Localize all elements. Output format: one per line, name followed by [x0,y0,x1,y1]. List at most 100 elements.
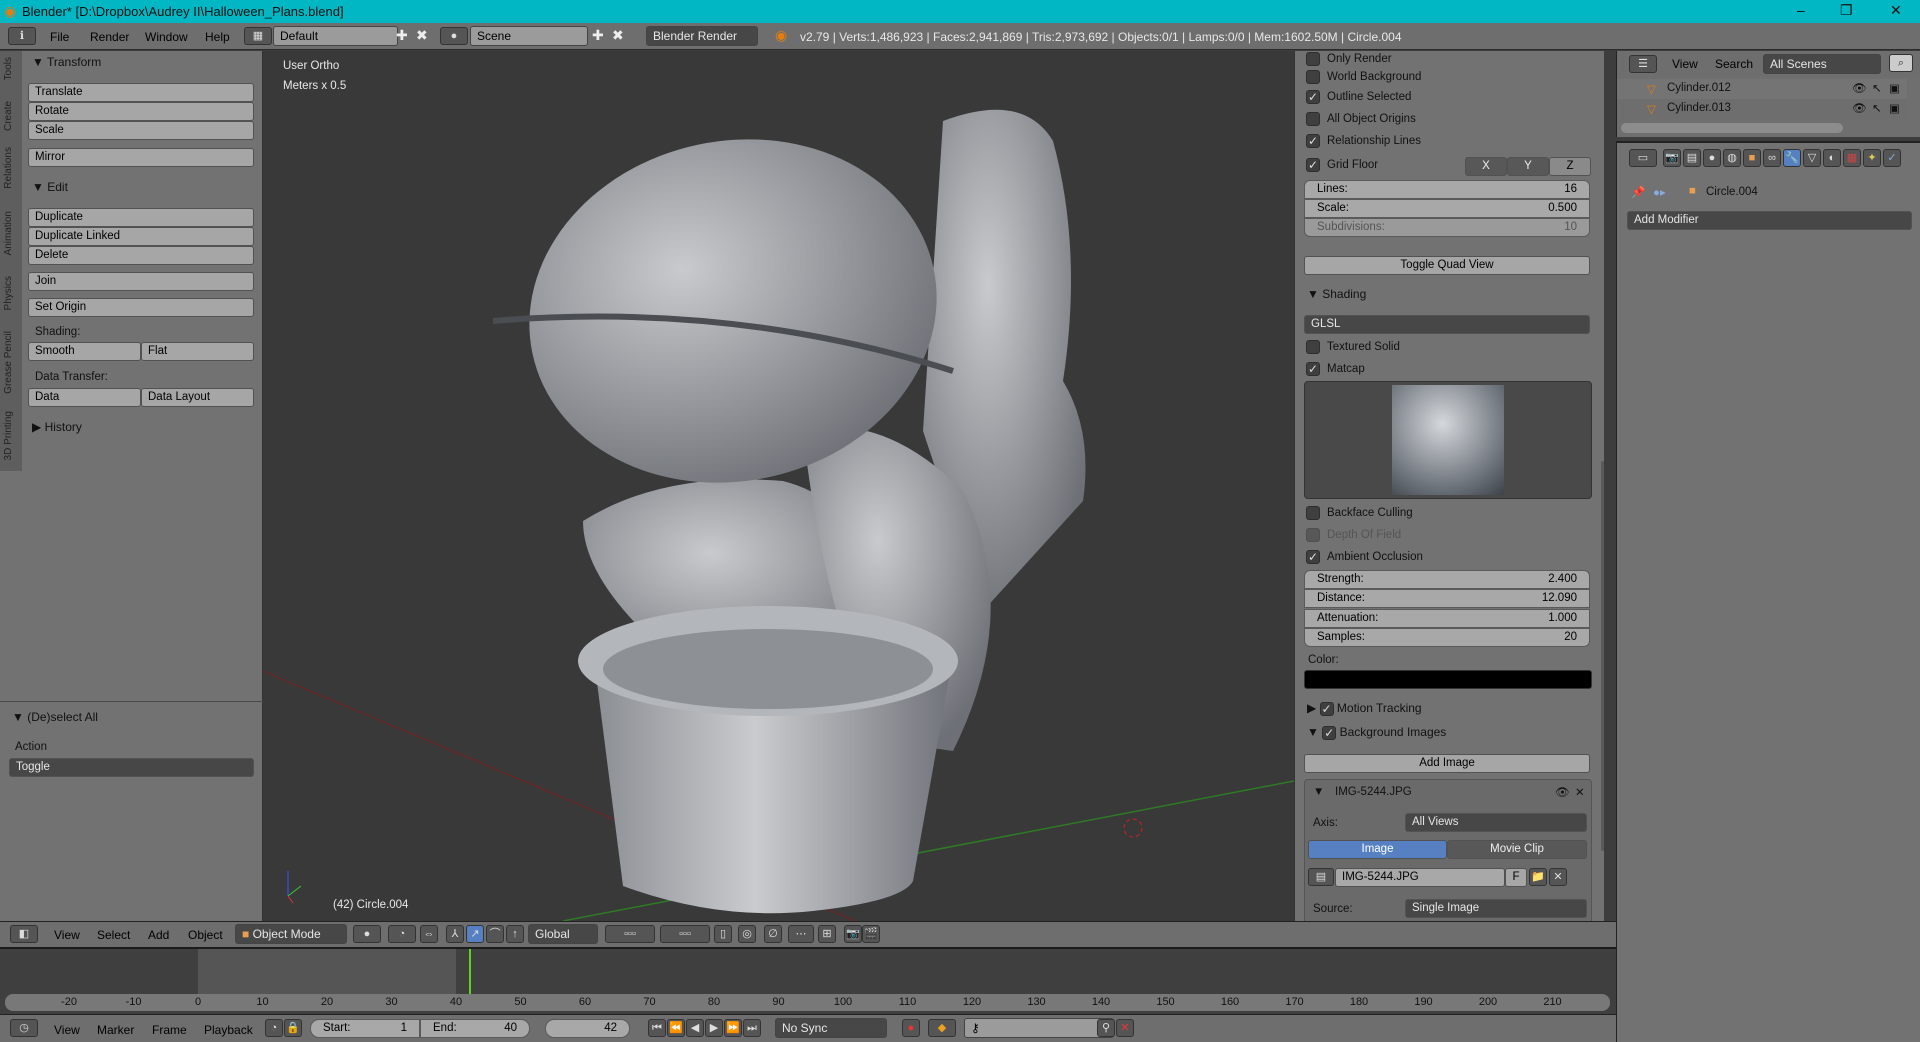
close-button[interactable]: ✕ [1890,2,1902,19]
toggle-quad-view-button[interactable]: Toggle Quad View [1304,256,1590,275]
layers-icon[interactable]: ▫▫▫ [660,925,710,943]
rotate-button[interactable]: Rotate [28,102,254,121]
proportional-edit-icon[interactable]: ◎ [738,925,756,943]
panel-header-edit[interactable]: ▼ Edit [32,180,68,194]
outliner-editor-icon[interactable]: ☰ [1629,55,1657,73]
grid-z-toggle[interactable]: Z [1549,157,1591,176]
snap-icon[interactable]: ∅ [764,925,782,943]
operator-panel-header[interactable]: ▼ (De)select All [12,710,98,724]
material-tab-icon[interactable]: ◐ [1823,149,1841,167]
object-tab-icon[interactable]: ■ [1743,149,1761,167]
render-engine-dropdown[interactable]: Blender Render [646,26,758,46]
opengl-render-animation-icon[interactable]: 🎬 [862,925,880,943]
pivot-point-icon[interactable]: ◔ [388,925,416,943]
outliner-scrollbar[interactable] [1621,123,1843,133]
translate-button[interactable]: Translate [28,83,254,102]
grid-lines-field[interactable]: Lines: 16 [1304,180,1590,199]
scene-tab-icon[interactable]: ● [1703,149,1721,167]
jump-keyframe-back-icon[interactable]: ⏪ [667,1019,685,1037]
grid-x-toggle[interactable]: X [1465,157,1507,176]
add-layout-icon[interactable]: ✚ [396,27,408,44]
mode-dropdown[interactable]: ■ Object Mode [235,924,347,944]
outline-selected-checkbox[interactable]: ✓ [1306,90,1320,104]
tab-create[interactable]: Create [3,101,14,131]
smooth-button[interactable]: Smooth [28,342,141,361]
jump-start-icon[interactable]: ⏮ [648,1019,666,1037]
menu-object[interactable]: Object [188,928,223,942]
manipulator-extra-icon[interactable]: ↑ [506,925,524,943]
keying-set-field[interactable]: ⚷ [964,1018,1114,1038]
world-tab-icon[interactable]: ◍ [1723,149,1741,167]
render-tab-icon[interactable]: 📷 [1663,149,1681,167]
only-render-checkbox[interactable] [1306,52,1320,66]
manipulator-toggle-icon[interactable]: ⇔ [420,925,438,943]
add-scene-icon[interactable]: ✚ [592,27,604,44]
grid-scale-field[interactable]: Scale: 0.500 [1304,199,1590,218]
lock-camera-icon[interactable]: ▯ [714,925,732,943]
manipulator-scale-icon[interactable]: ⌒ [486,925,504,943]
current-frame-field[interactable]: 42 [545,1019,630,1038]
ao-distance-field[interactable]: Distance: 12.090 [1304,589,1590,608]
menu-select[interactable]: Select [97,928,130,942]
background-images-checkbox[interactable]: ✓ [1322,725,1337,740]
delete-scene-icon[interactable]: ✖ [612,27,624,44]
properties-editor-icon[interactable]: ▭ [1629,149,1657,167]
render-icon[interactable]: ▣ [1889,81,1900,95]
panel-header-history[interactable]: ▶ History [32,420,82,434]
flat-button[interactable]: Flat [141,342,254,361]
panel-header-motion-tracking[interactable]: ▶ ✓ Motion Tracking [1307,701,1422,716]
play-reverse-icon[interactable]: ◀ [686,1019,704,1037]
opengl-render-icon[interactable]: 📷 [844,925,862,943]
minimize-button[interactable]: – [1797,2,1805,18]
menu-frame[interactable]: Frame [152,1023,187,1037]
ao-samples-field[interactable]: Samples: 20 [1304,628,1590,647]
eye-icon[interactable]: 👁 [1852,101,1867,115]
grid-subdivisions-field[interactable]: Subdivisions: 10 [1304,218,1590,237]
ao-strength-field[interactable]: Strength: 2.400 [1304,570,1590,589]
play-icon[interactable]: ▶ [705,1019,723,1037]
pin-icon[interactable]: 📌 [1631,185,1645,199]
preview-range-icon[interactable]: ◔ [265,1019,283,1037]
modifiers-tab-icon[interactable]: 🔧 [1783,149,1801,167]
menu-file[interactable]: File [50,30,69,44]
sync-mode-dropdown[interactable]: No Sync [775,1018,887,1038]
insert-keyframe-icon[interactable]: ⚲ [1097,1019,1115,1037]
tab-grease-pencil[interactable]: Grease Pencil [3,331,14,394]
outliner-filter-dropdown[interactable]: All Scenes [1763,54,1881,74]
grid-y-toggle[interactable]: Y [1507,157,1549,176]
menu-add[interactable]: Add [148,928,169,942]
delete-button[interactable]: Delete [28,246,254,265]
grid-floor-checkbox[interactable]: ✓ [1306,158,1320,172]
tab-movie-clip[interactable]: Movie Clip [1447,840,1587,859]
tab-image[interactable]: Image [1308,840,1447,859]
info-editor-icon[interactable]: ℹ [8,27,36,45]
jump-end-icon[interactable]: ⏭ [743,1019,761,1037]
eye-icon[interactable]: 👁 [1852,81,1867,95]
render-icon[interactable]: ▣ [1889,101,1900,115]
outliner-row[interactable]: ▽ Cylinder.012 👁 ↖ ▣ [1617,79,1907,99]
delete-layout-icon[interactable]: ✖ [416,27,428,44]
duplicate-button[interactable]: Duplicate [28,208,254,227]
shading-mode-dropdown[interactable]: GLSL [1304,315,1590,334]
menu-view[interactable]: View [54,928,80,942]
depth-of-field-checkbox[interactable] [1306,528,1320,542]
outliner-row[interactable]: ▽ Cylinder.013 👁 ↖ ▣ [1617,99,1907,119]
unlink-image-icon[interactable]: ✕ [1549,868,1567,886]
motion-tracking-checkbox[interactable]: ✓ [1319,701,1334,716]
physics-tab-icon[interactable]: ✓ [1883,149,1901,167]
start-frame-field[interactable]: Start: 1 [310,1019,420,1038]
tab-animation[interactable]: Animation [3,211,14,255]
outliner-menu-view[interactable]: View [1672,57,1698,71]
constraints-tab-icon[interactable]: ∞ [1763,149,1781,167]
scene-layers-icon[interactable]: ▫▫▫ [605,925,655,943]
textured-solid-checkbox[interactable] [1306,340,1320,354]
tab-physics[interactable]: Physics [3,276,14,310]
ao-attenuation-field[interactable]: Attenuation: 1.000 [1304,609,1590,628]
data-button[interactable]: Data [28,388,141,407]
scene-selector[interactable]: Scene [470,26,588,46]
delete-keyframe-icon[interactable]: ✕ [1116,1019,1134,1037]
3d-viewport[interactable]: User Ortho Meters x 0.5 (42) Circle.004 [263,51,1294,921]
timeline-ruler[interactable]: -20 -10 0 10 20 30 40 50 60 70 80 90 100 110 120 130 140… [5,994,1610,1011]
eye-icon[interactable]: 👁 [1555,785,1570,799]
add-modifier-dropdown[interactable]: Add Modifier [1627,211,1912,230]
